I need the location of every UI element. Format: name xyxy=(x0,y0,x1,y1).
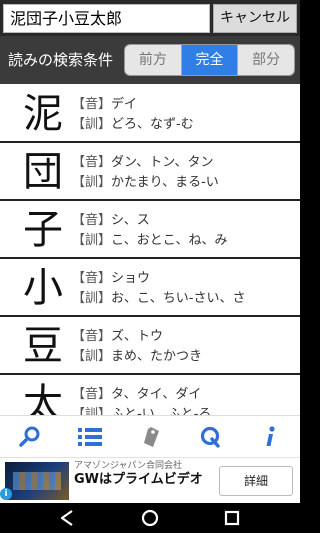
kanji-row[interactable]: 泥 【音】デイ 【訓】どろ、なず-む xyxy=(0,85,300,143)
kun-tag: 【訓】 xyxy=(72,349,112,364)
kanji-character: 小 xyxy=(23,265,63,311)
on-tag: 【音】 xyxy=(72,387,112,402)
on-reading: 【音】ダン、トン、タン xyxy=(72,155,213,171)
on-reading: 【音】デイ xyxy=(72,97,137,113)
kun-reading: 【訓】どろ、なず-む xyxy=(72,117,194,133)
kun-reading-text: かたまり、まる-い xyxy=(111,175,219,190)
kanji-character: 太 xyxy=(23,381,63,415)
ad-info-icon[interactable]: i xyxy=(0,488,12,500)
kun-reading: 【訓】かたまり、まる-い xyxy=(72,175,219,191)
on-tag: 【音】 xyxy=(72,271,112,286)
kanji-row[interactable]: 小 【音】ショウ 【訓】お、こ、ちい-さい、さ xyxy=(0,259,300,317)
ad-banner[interactable]: i アマゾンジャパン合同会社 GWはプライムビデオ 詳細 xyxy=(0,457,300,503)
home-button[interactable] xyxy=(130,503,170,533)
kanji-row[interactable]: 団 【音】ダン、トン、タン 【訓】かたまり、まる-い xyxy=(0,143,300,201)
kanji-row[interactable]: 豆 【音】ズ、トウ 【訓】まめ、たかつき xyxy=(0,317,300,375)
on-reading-text: ダン、トン、タン xyxy=(111,155,214,170)
kanji-character: 豆 xyxy=(23,323,63,369)
kanji-result-list: 泥 【音】デイ 【訓】どろ、なず-む 団 【音】ダン、トン、タン 【訓】かたまり… xyxy=(0,84,300,415)
cancel-button[interactable]: キャンセル xyxy=(213,4,297,33)
ad-advertiser: アマゾンジャパン合同会社 xyxy=(74,461,183,471)
reading-condition-bar: 読みの検索条件 前方 完全 部分 xyxy=(0,36,300,84)
search-input[interactable]: 泥団子小豆太郎 xyxy=(3,4,210,33)
kun-reading-text: まめ、たかつき xyxy=(111,349,203,364)
on-tag: 【音】 xyxy=(72,97,112,112)
on-reading: 【音】ショウ xyxy=(72,271,150,287)
match-mode-segmented-control: 前方 完全 部分 xyxy=(124,44,295,76)
ad-headline[interactable]: GWはプライムビデオ xyxy=(74,472,204,487)
ad-thumbnail[interactable] xyxy=(5,462,69,500)
back-button[interactable] xyxy=(47,503,87,533)
back-icon xyxy=(60,510,73,526)
tab-quiz[interactable] xyxy=(180,416,240,457)
search-icon xyxy=(19,426,40,447)
kun-reading-text: どろ、なず-む xyxy=(111,117,194,132)
kun-reading: 【訓】まめ、たかつき xyxy=(72,349,202,365)
kun-reading: 【訓】ふと-い、ふと-る xyxy=(72,407,211,415)
home-icon xyxy=(141,509,159,527)
on-reading: 【音】シ、ス xyxy=(72,213,150,229)
bottom-tab-bar xyxy=(0,415,300,457)
kanji-character: 子 xyxy=(23,207,63,253)
kun-tag: 【訓】 xyxy=(72,291,112,306)
tab-search[interactable] xyxy=(0,416,60,457)
kanji-character: 泥 xyxy=(23,91,63,137)
recents-icon xyxy=(224,510,240,526)
tag-icon xyxy=(144,426,159,447)
kun-tag: 【訓】 xyxy=(72,117,112,132)
on-tag: 【音】 xyxy=(72,213,112,228)
recents-button[interactable] xyxy=(212,503,252,533)
kun-reading-text: こ、おとこ、ね、み xyxy=(111,233,228,248)
search-header: 泥団子小豆太郎 キャンセル xyxy=(0,0,300,36)
kun-tag: 【訓】 xyxy=(72,233,112,248)
kanji-row[interactable]: 太 【音】タ、タイ、ダイ 【訓】ふと-い、ふと-る xyxy=(0,375,300,415)
list-icon xyxy=(78,427,102,446)
info-icon xyxy=(266,425,275,446)
kun-tag: 【訓】 xyxy=(72,407,112,415)
segment-partial[interactable]: 部分 xyxy=(237,45,294,75)
kun-reading: 【訓】こ、おとこ、ね、み xyxy=(72,233,228,249)
q-icon xyxy=(200,426,220,448)
segment-prefix[interactable]: 前方 xyxy=(125,45,181,75)
kanji-character: 団 xyxy=(23,149,63,195)
kun-reading-text: ふと-い、ふと-る xyxy=(111,407,212,415)
on-reading-text: ズ、トウ xyxy=(111,329,164,344)
on-reading-text: ショウ xyxy=(111,271,151,286)
on-reading-text: シ、ス xyxy=(111,213,150,228)
kun-reading: 【訓】お、こ、ちい-さい、さ xyxy=(72,291,245,307)
segment-exact[interactable]: 完全 xyxy=(180,45,238,75)
on-reading: 【音】ズ、トウ xyxy=(72,329,163,345)
reading-condition-label: 読みの検索条件 xyxy=(8,51,114,69)
kanji-row[interactable]: 子 【音】シ、ス 【訓】こ、おとこ、ね、み xyxy=(0,201,300,259)
kun-tag: 【訓】 xyxy=(72,175,112,190)
tab-list[interactable] xyxy=(60,416,120,457)
on-reading: 【音】タ、タイ、ダイ xyxy=(72,387,201,403)
on-tag: 【音】 xyxy=(72,329,112,344)
on-reading-text: デイ xyxy=(111,97,138,112)
tab-tag[interactable] xyxy=(120,416,180,457)
kun-reading-text: お、こ、ちい-さい、さ xyxy=(111,291,246,306)
on-reading-text: タ、タイ、ダイ xyxy=(111,387,202,402)
tab-info[interactable] xyxy=(240,416,300,457)
ad-details-button[interactable]: 詳細 xyxy=(219,466,293,496)
on-tag: 【音】 xyxy=(72,155,112,170)
system-navigation-bar xyxy=(0,503,300,533)
